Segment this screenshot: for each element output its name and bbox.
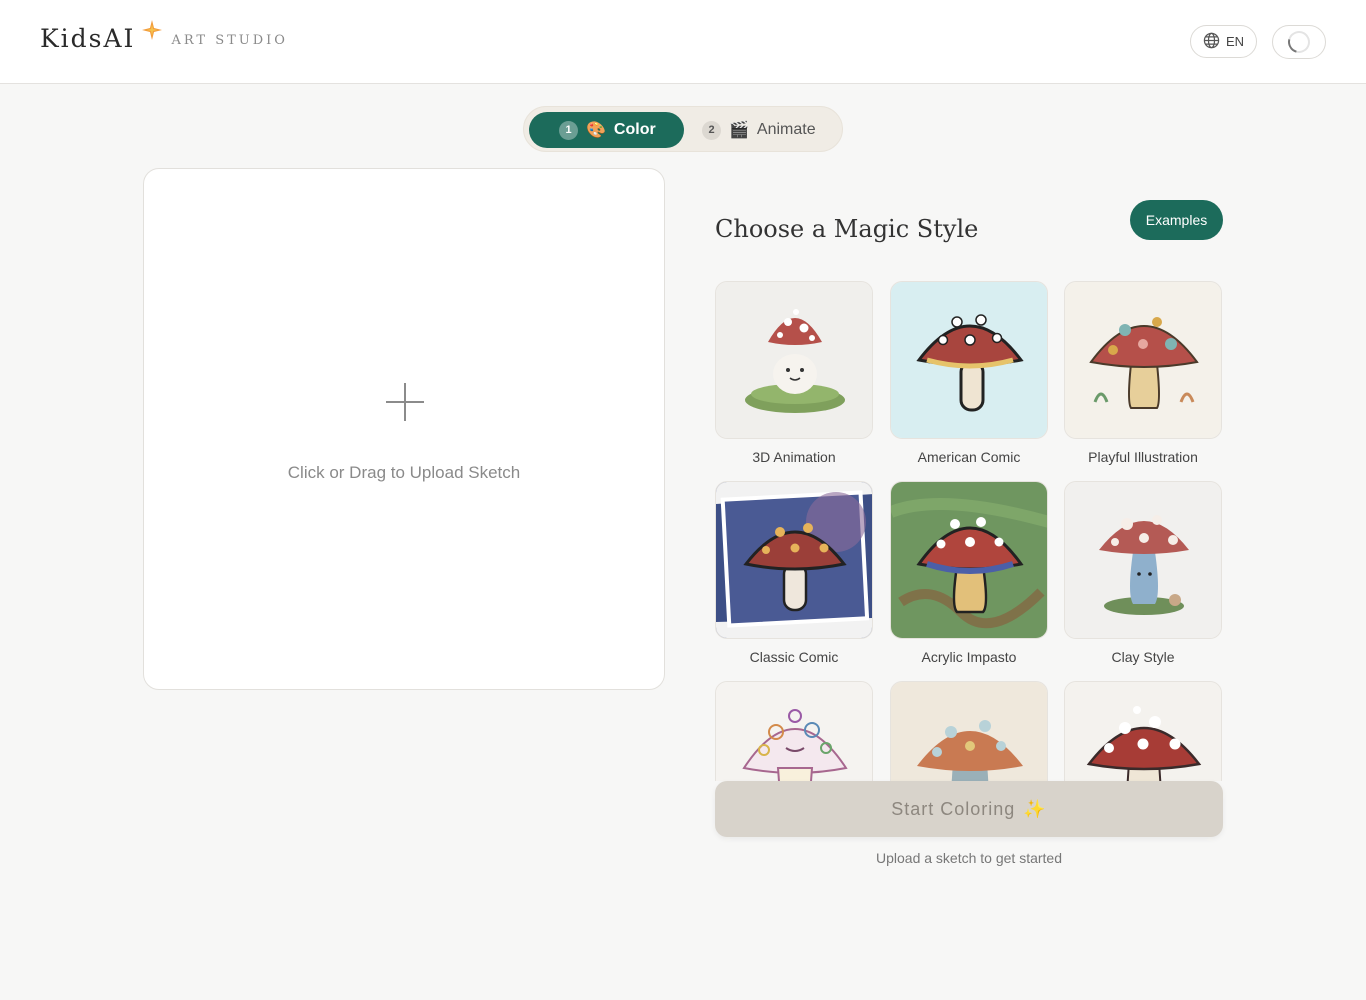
style-card-watercolor[interactable] <box>1064 681 1222 781</box>
step-color-tab[interactable]: 1 🎨 Color <box>529 112 684 148</box>
step-label: Color <box>613 121 656 138</box>
step-number: 1 <box>559 120 578 140</box>
style-card-american-comic[interactable]: American Comic <box>890 281 1048 465</box>
upload-hint: Upload a sketch to get started <box>876 850 1062 866</box>
step-animate-tab[interactable]: 2 🎬 Animate <box>702 112 832 148</box>
style-thumbnail <box>715 281 873 439</box>
palette-icon: 🎨 <box>586 122 606 139</box>
sketch-upload-dropzone[interactable]: Click or Drag to Upload Sketch <box>143 168 665 690</box>
style-section-title: Choose a Magic Style <box>715 215 979 243</box>
language-button[interactable]: EN <box>1190 25 1257 58</box>
style-thumbnail <box>1064 481 1222 639</box>
examples-button[interactable]: Examples <box>1130 200 1223 240</box>
style-card-clay-style[interactable]: Clay Style <box>1064 481 1222 665</box>
language-label: EN <box>1225 34 1245 49</box>
style-label: Classic Comic <box>749 649 839 665</box>
upload-instructions: Click or Drag to Upload Sketch <box>287 463 521 482</box>
step-number: 2 <box>702 120 721 140</box>
sparkle-star-icon <box>141 19 163 46</box>
globe-icon <box>1203 32 1220 52</box>
start-coloring-button[interactable]: Start Coloring ✨ <box>715 781 1223 837</box>
style-card-acrylic-impasto[interactable]: Acrylic Impasto <box>890 481 1048 665</box>
style-card-playful-illustration[interactable]: Playful Illustration <box>1064 281 1222 465</box>
style-thumbnail <box>1064 681 1222 781</box>
style-card-vintage-paint[interactable] <box>890 681 1048 781</box>
style-label: Playful Illustration <box>1088 449 1198 465</box>
logo-text: KidsAI <box>40 24 136 53</box>
style-card-classic-comic[interactable]: Classic Comic <box>715 481 873 665</box>
style-grid: 3D Animation American Comic Playful Illu <box>715 281 1225 781</box>
top-header: KidsAI ART STUDIO EN <box>0 0 1366 84</box>
style-label: American Comic <box>917 449 1021 465</box>
style-label: Clay Style <box>1111 649 1175 665</box>
clapperboard-icon: 🎬 <box>729 122 749 139</box>
style-card-3d-animation[interactable]: 3D Animation <box>715 281 873 465</box>
loading-spinner-icon <box>1283 26 1315 58</box>
start-button-label: Start Coloring <box>891 798 1016 819</box>
step-switcher: 1 🎨 Color 2 🎬 Animate <box>523 106 843 152</box>
theme-toggle-button[interactable] <box>1272 25 1326 59</box>
style-thumbnail <box>890 681 1048 781</box>
step-label: Animate <box>756 121 816 138</box>
style-thumbnail <box>1064 281 1222 439</box>
app-logo[interactable]: KidsAI ART STUDIO <box>40 20 288 53</box>
logo-subtitle: ART STUDIO <box>171 33 288 48</box>
plus-icon <box>386 383 424 421</box>
style-label: Acrylic Impasto <box>921 649 1017 665</box>
style-label: 3D Animation <box>752 449 836 465</box>
style-thumbnail <box>715 681 873 781</box>
style-card-swirl-doodle[interactable] <box>715 681 873 781</box>
style-thumbnail <box>715 481 873 639</box>
sparkles-icon: ✨ <box>1023 798 1047 819</box>
style-thumbnail <box>890 281 1048 439</box>
style-thumbnail <box>890 481 1048 639</box>
